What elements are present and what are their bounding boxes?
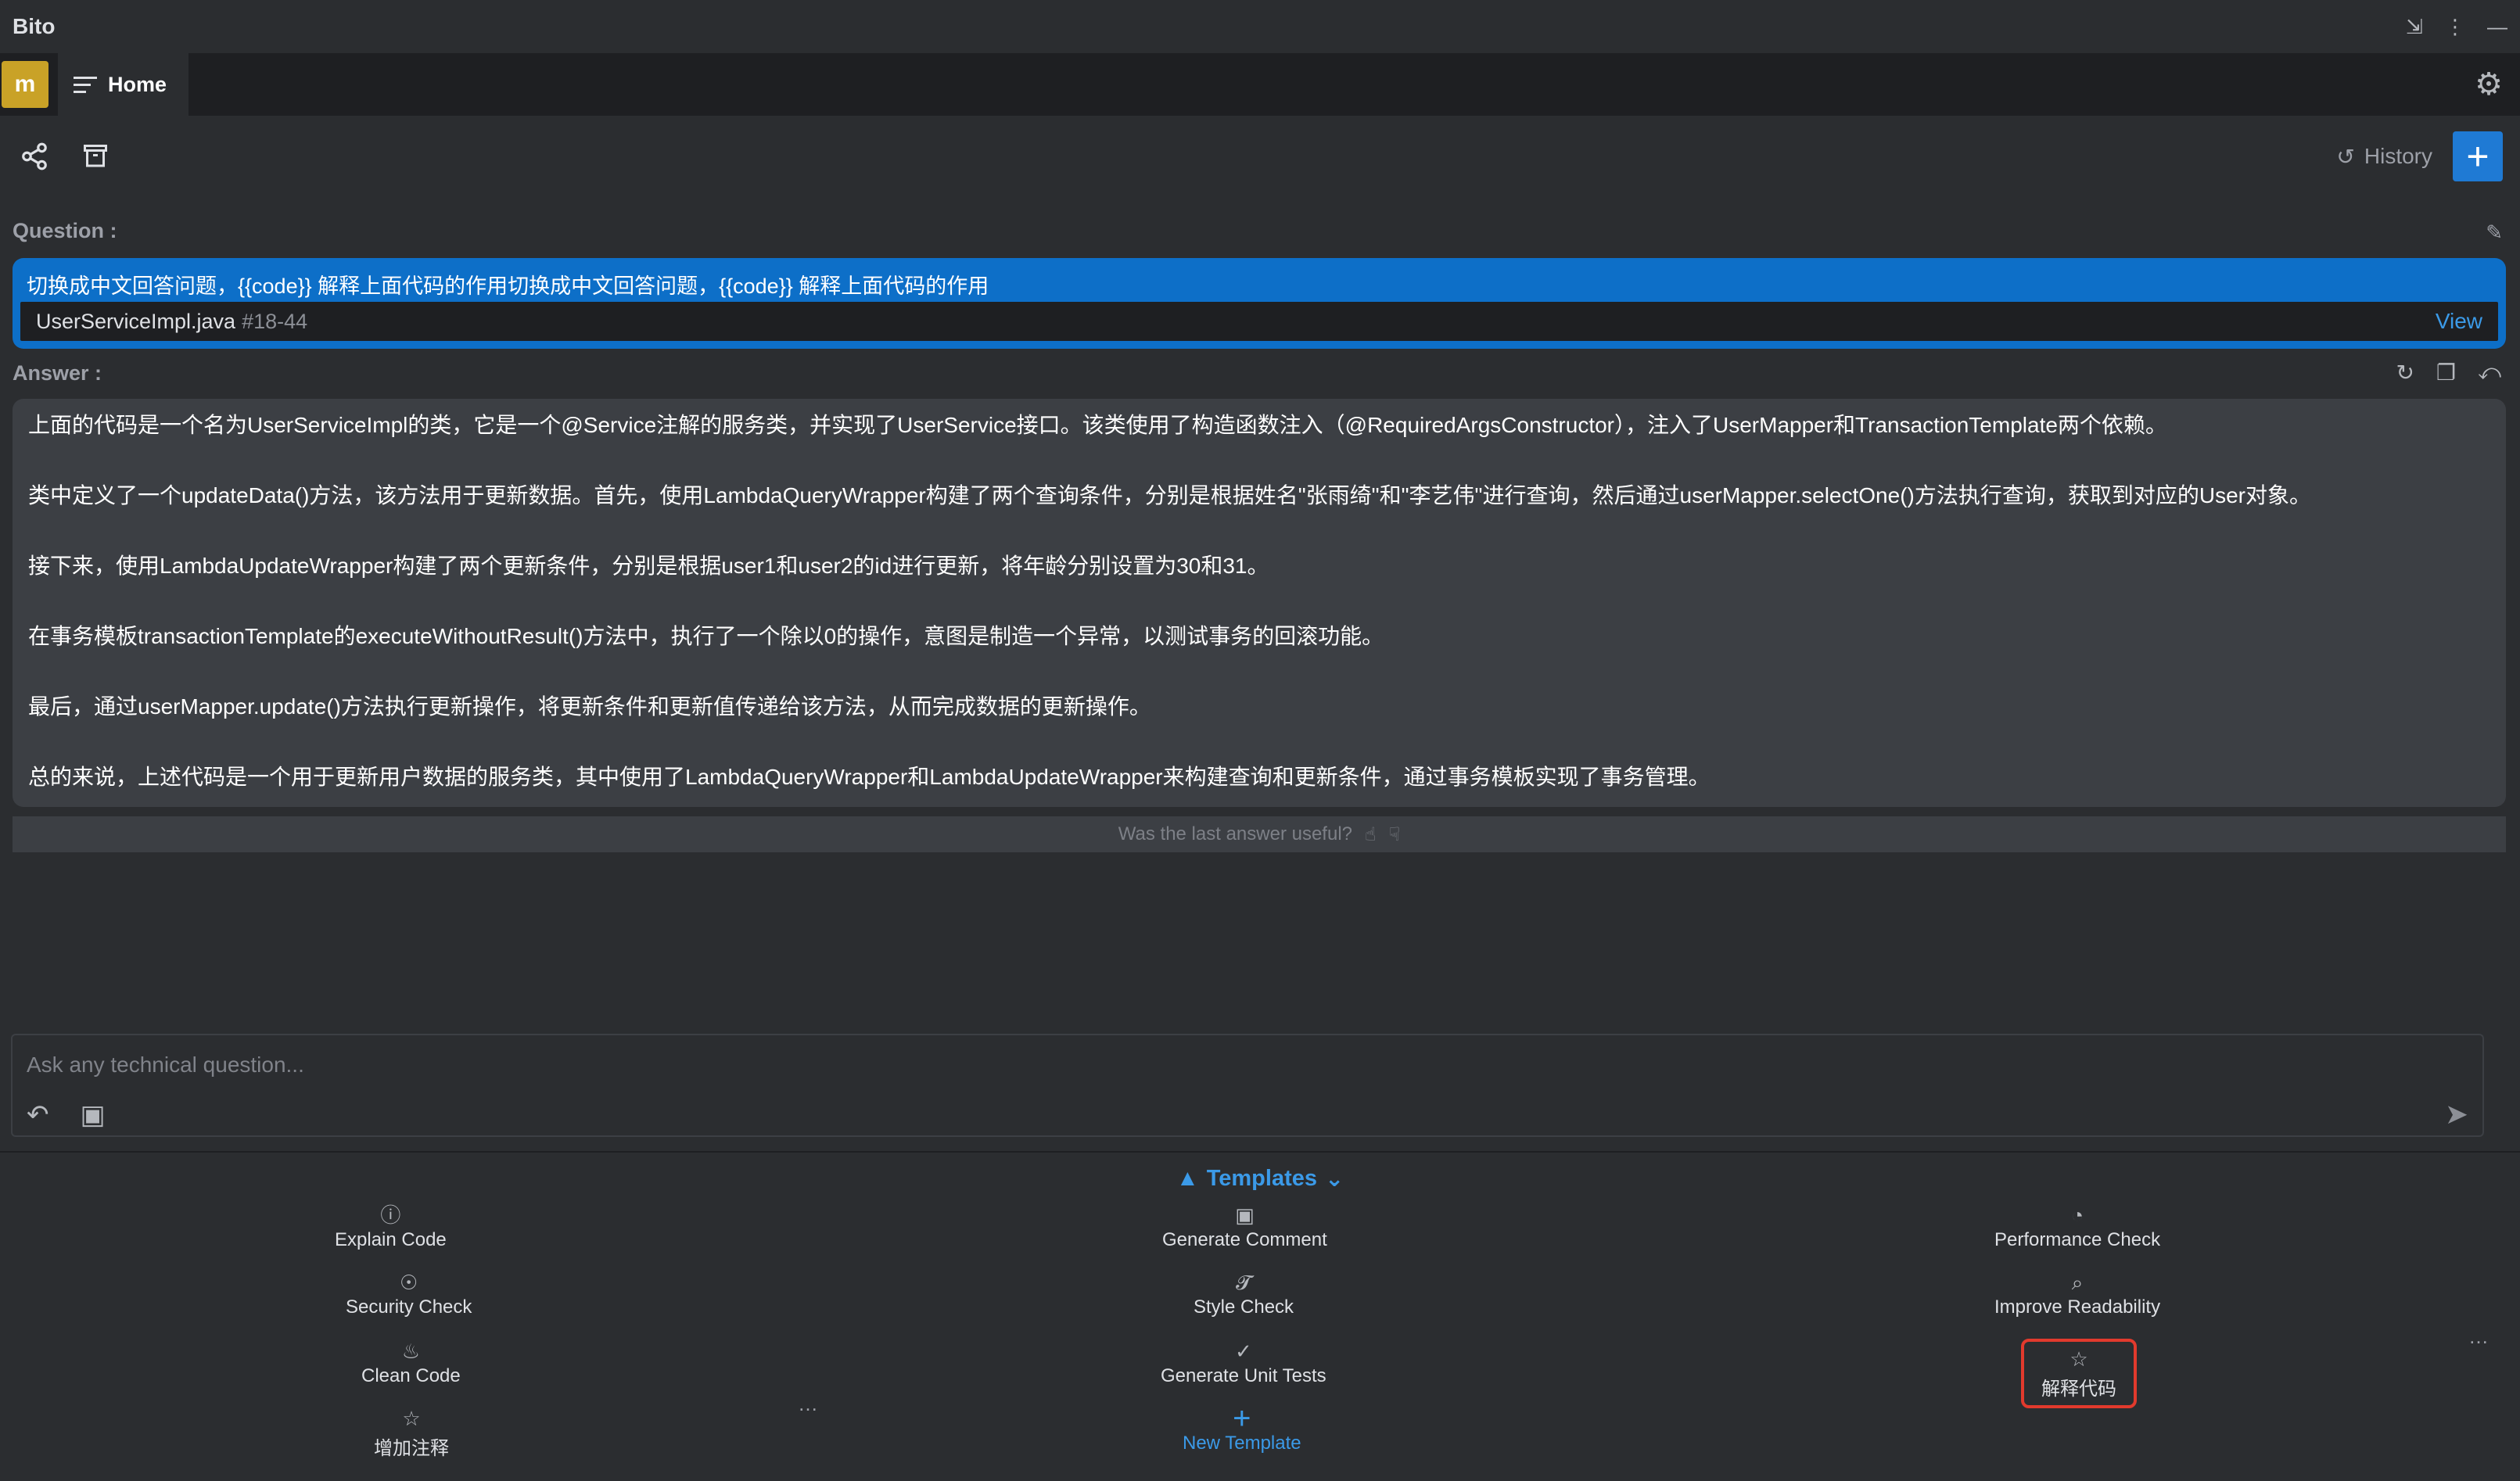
question-circle-icon: ⓘ bbox=[380, 1203, 401, 1227]
search-text-icon: ⌕ bbox=[2071, 1271, 2084, 1294]
check-circle-icon: ✓ bbox=[1234, 1339, 1252, 1363]
answer-label: Answer : bbox=[13, 361, 102, 385]
trash-icon[interactable] bbox=[78, 139, 113, 174]
template-label: Clean Code bbox=[361, 1365, 461, 1386]
minimize-icon[interactable]: — bbox=[2487, 15, 2507, 39]
share-answer-icon[interactable]: ⤺ bbox=[2478, 360, 2501, 385]
template-label: New Template bbox=[1183, 1433, 1301, 1454]
template-label: Explain Code bbox=[335, 1229, 447, 1250]
menu-lines-icon bbox=[74, 76, 97, 93]
app-title: Bito bbox=[13, 14, 56, 38]
template-label: 增加注释 bbox=[374, 1438, 449, 1459]
insert-code-icon[interactable]: ▣ bbox=[81, 1099, 106, 1131]
answer-actions: ↻ ❐ ⤺ bbox=[2396, 360, 2501, 385]
question-label: Question : bbox=[13, 219, 117, 242]
answer-paragraph: 上面的代码是一个名为UserServiceImpl的类，它是一个@Service… bbox=[28, 413, 2167, 437]
pencil-icon[interactable]: ✎ bbox=[2486, 221, 2503, 245]
template-performance-check[interactable]: ◔ Performance Check bbox=[1994, 1201, 2160, 1251]
avatar[interactable]: m bbox=[2, 61, 48, 108]
star-icon: ☆ bbox=[2069, 1347, 2088, 1371]
history-button[interactable]: ↺ History bbox=[2336, 144, 2432, 170]
plus-icon: + bbox=[2466, 134, 2489, 178]
title-bar: Bito ⇲ ⋮ — bbox=[0, 0, 2520, 53]
tab-home-label: Home bbox=[108, 72, 167, 96]
template-generate-unit-tests[interactable]: ✓ Generate Unit Tests bbox=[1161, 1337, 1326, 1387]
toolbar: ↺ History + bbox=[0, 125, 2520, 188]
more-dots-icon[interactable]: … bbox=[798, 1392, 818, 1416]
code-file-name: UserServiceImpl.java bbox=[36, 309, 236, 333]
plus-icon: + bbox=[1233, 1401, 1251, 1436]
template-label: Generate Unit Tests bbox=[1161, 1365, 1326, 1386]
template-label: Security Check bbox=[346, 1296, 472, 1318]
shield-icon: ☉ bbox=[400, 1271, 418, 1294]
tab-home[interactable]: Home bbox=[58, 53, 189, 116]
more-dots-icon[interactable]: … bbox=[2468, 1325, 2489, 1349]
share-icon[interactable] bbox=[17, 139, 52, 174]
new-chat-button[interactable]: + bbox=[2453, 131, 2503, 181]
view-code-link[interactable]: View bbox=[2436, 309, 2482, 334]
send-icon[interactable]: ➤ bbox=[2445, 1098, 2468, 1131]
undo-icon[interactable]: ↶ bbox=[27, 1099, 49, 1131]
text-size-icon: 𝓣 bbox=[1236, 1271, 1251, 1294]
template-label: 解释代码 bbox=[2041, 1379, 2116, 1400]
tab-bar: m Home ⚙ bbox=[0, 53, 2520, 116]
answer-paragraph: 最后，通过userMapper.update()方法执行更新操作，将更新条件和更… bbox=[28, 694, 1151, 719]
thumbs-down-icon[interactable]: ☟ bbox=[1389, 823, 1401, 846]
collapse-icon[interactable]: ⇲ bbox=[2406, 15, 2423, 39]
history-icon: ↺ bbox=[2336, 144, 2355, 169]
feedback-question: Was the last answer useful? bbox=[1118, 823, 1352, 844]
answer-paragraph: 总的来说，上述代码是一个用于更新用户数据的服务类，其中使用了LambdaQuer… bbox=[28, 765, 1711, 789]
thumbs-up-icon[interactable]: ☝ bbox=[1365, 823, 1377, 846]
template-clean-code[interactable]: ♨ Clean Code bbox=[361, 1337, 461, 1387]
templates-label: Templates bbox=[1206, 1166, 1317, 1191]
template-label: Style Check bbox=[1194, 1296, 1294, 1318]
shapes-icon: ▲ bbox=[1176, 1166, 1199, 1191]
template-security-check[interactable]: ☉ Security Check bbox=[346, 1268, 472, 1318]
broom-icon: ♨ bbox=[401, 1339, 421, 1363]
template-generate-comment[interactable]: ▣ Generate Comment bbox=[1162, 1201, 1327, 1251]
template-label: Improve Readability bbox=[1994, 1296, 2161, 1318]
template-improve-readability[interactable]: ⌕ Improve Readability bbox=[1994, 1268, 2160, 1318]
history-label: History bbox=[2364, 144, 2432, 168]
new-template-button[interactable]: + New Template bbox=[1183, 1401, 1301, 1454]
answer-paragraph: 在事务模板transactionTemplate的executeWithoutR… bbox=[28, 624, 1384, 648]
gauge-icon: ◔ bbox=[2071, 1203, 2084, 1227]
more-options-icon[interactable]: ⋮ bbox=[2445, 15, 2465, 39]
chevron-down-icon: ⌄ bbox=[1325, 1167, 1344, 1192]
template-custom-explain[interactable]: ☆ 解释代码 bbox=[2021, 1339, 2137, 1408]
question-input[interactable] bbox=[27, 1049, 2373, 1081]
star-icon: ☆ bbox=[402, 1407, 421, 1430]
templates-toggle[interactable]: ▲ Templates ⌄ bbox=[1176, 1165, 1344, 1192]
question-box: 切换成中文回答问题，{{code}} 解释上面代码的作用切换成中文回答问题，{{… bbox=[13, 258, 2506, 349]
divider bbox=[0, 1151, 2520, 1153]
code-reference: UserServiceImpl.java #18-44 View bbox=[20, 302, 2498, 341]
template-label: Generate Comment bbox=[1162, 1229, 1327, 1250]
template-explain-code[interactable]: ⓘ Explain Code bbox=[335, 1201, 447, 1251]
regenerate-icon[interactable]: ↻ bbox=[2396, 360, 2414, 385]
question-input-box: ↶ ▣ ➤ bbox=[11, 1034, 2484, 1137]
template-label: Performance Check bbox=[1994, 1229, 2161, 1250]
answer-paragraph: 接下来，使用LambdaUpdateWrapper构建了两个更新条件，分别是根据… bbox=[28, 554, 1269, 578]
answer-box: 上面的代码是一个名为UserServiceImpl的类，它是一个@Service… bbox=[13, 399, 2506, 807]
comment-icon: ▣ bbox=[1235, 1203, 1255, 1227]
code-line-range: #18-44 bbox=[242, 309, 308, 333]
feedback-bar: Was the last answer useful? ☝ ☟ bbox=[13, 816, 2506, 852]
template-custom-comment[interactable]: ☆ 增加注释 bbox=[374, 1404, 449, 1460]
template-style-check[interactable]: 𝓣 Style Check bbox=[1194, 1268, 1294, 1318]
gear-icon[interactable]: ⚙ bbox=[2475, 66, 2503, 102]
answer-paragraph: 类中定义了一个updateData()方法，该方法用于更新数据。首先，使用Lam… bbox=[28, 483, 2311, 507]
copy-icon[interactable]: ❐ bbox=[2436, 360, 2456, 385]
question-text: 切换成中文回答问题，{{code}} 解释上面代码的作用切换成中文回答问题，{{… bbox=[27, 274, 989, 298]
